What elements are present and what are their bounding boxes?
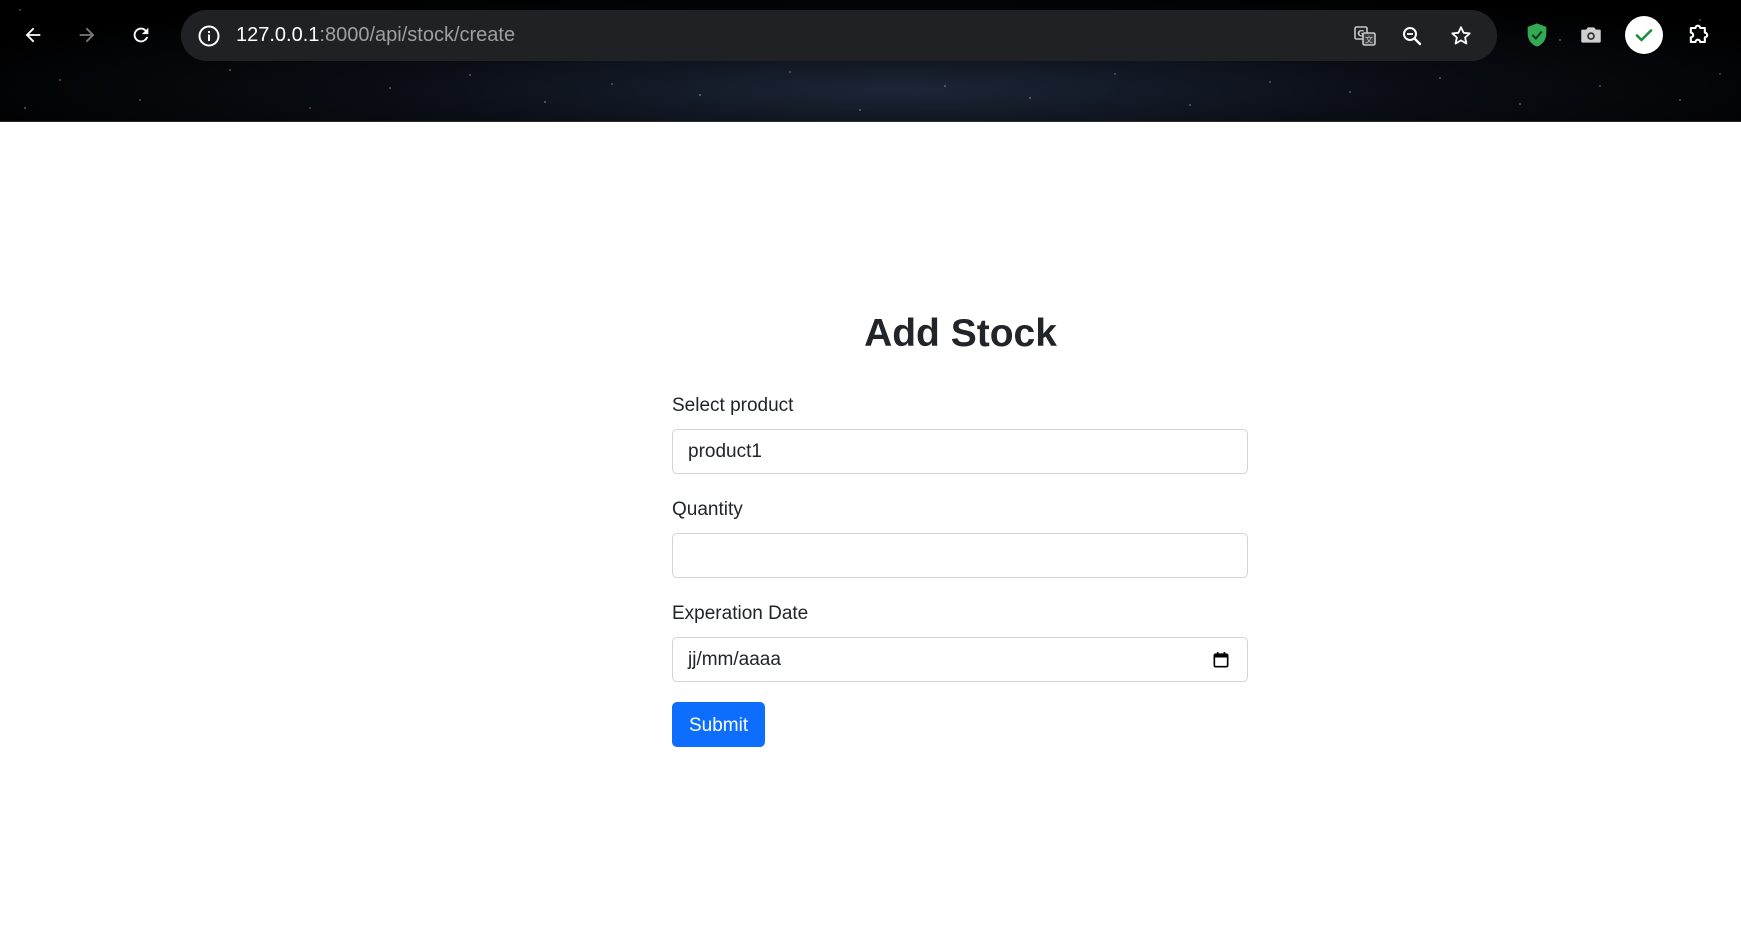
add-stock-form: Select product product1 Quantity Experat… bbox=[672, 392, 1248, 747]
reload-button[interactable] bbox=[124, 18, 158, 52]
translate-button[interactable]: G 文 bbox=[1351, 22, 1379, 50]
shield-extension-button[interactable] bbox=[1519, 17, 1555, 53]
shield-icon bbox=[1527, 23, 1547, 47]
product-select[interactable]: product1 bbox=[672, 429, 1248, 474]
address-bar[interactable]: 127.0.0.1:8000/api/stock/create G 文 bbox=[181, 10, 1497, 61]
camera-icon bbox=[1581, 27, 1601, 43]
svg-text:文: 文 bbox=[1365, 35, 1373, 45]
url-host: 127.0.0.1 bbox=[236, 24, 320, 46]
info-icon bbox=[198, 25, 219, 46]
back-button[interactable] bbox=[16, 18, 50, 52]
submit-button[interactable]: Submit bbox=[672, 702, 766, 747]
url-path: :8000/api/stock/create bbox=[319, 24, 516, 46]
browser-toolbar: 127.0.0.1:8000/api/stock/create G 文 bbox=[0, 0, 1741, 122]
puzzle-icon bbox=[1689, 24, 1709, 44]
expiration-date-placeholder: jj/mm/aaaa bbox=[688, 649, 781, 670]
forward-button[interactable] bbox=[70, 18, 104, 52]
check-extension-button[interactable] bbox=[1625, 16, 1663, 54]
zoom-icon bbox=[1403, 27, 1422, 46]
product-label: Select product bbox=[672, 395, 794, 416]
expiration-date-label: Experation Date bbox=[672, 603, 809, 624]
reload-icon bbox=[133, 27, 149, 43]
bookmark-button[interactable] bbox=[1447, 22, 1475, 50]
back-arrow-icon bbox=[25, 27, 41, 43]
quantity-label: Quantity bbox=[672, 499, 743, 520]
translate-icon: G 文 bbox=[1354, 26, 1376, 46]
quantity-input[interactable] bbox=[672, 533, 1248, 578]
site-info-button[interactable] bbox=[193, 20, 224, 51]
check-icon bbox=[1635, 29, 1653, 42]
expiration-date-input[interactable]: jj/mm/aaaa bbox=[672, 637, 1248, 682]
extensions-button[interactable] bbox=[1681, 17, 1717, 53]
product-select-value: product1 bbox=[688, 441, 762, 462]
page-title: Add Stock bbox=[864, 312, 1057, 355]
zoom-button[interactable] bbox=[1398, 22, 1426, 50]
star-icon bbox=[1451, 26, 1471, 45]
forward-arrow-icon bbox=[79, 27, 95, 43]
url-text[interactable]: 127.0.0.1:8000/api/stock/create bbox=[236, 10, 515, 61]
calendar-icon[interactable] bbox=[1211, 650, 1231, 670]
camera-extension-button[interactable] bbox=[1573, 17, 1609, 53]
